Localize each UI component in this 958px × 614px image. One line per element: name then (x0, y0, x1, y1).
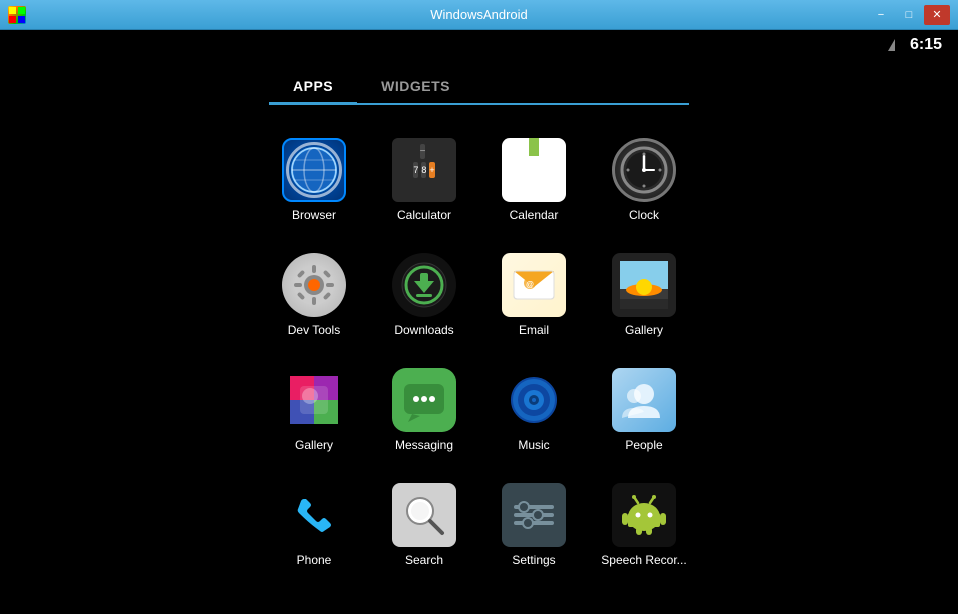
email-label: Email (519, 323, 549, 337)
phone-icon (282, 483, 346, 547)
tab-widgets[interactable]: WIDGETS (357, 70, 474, 103)
app-drawer: APPS WIDGETS Browser (0, 60, 958, 614)
restore-button[interactable]: □ (896, 5, 922, 25)
tab-apps[interactable]: APPS (269, 70, 357, 105)
app-gallery1[interactable]: Gallery (594, 240, 694, 350)
titlebar-controls: − □ ✕ (868, 5, 950, 25)
app-calendar[interactable]: Calendar (484, 125, 584, 235)
email-icon: @ (502, 253, 566, 317)
devtools-icon (282, 253, 346, 317)
android-screen: 6:15 APPS WIDGETS (0, 30, 958, 614)
close-button[interactable]: ✕ (924, 5, 950, 25)
app-people[interactable]: People (594, 355, 694, 465)
app-music[interactable]: Music (484, 355, 584, 465)
minimize-button[interactable]: − (868, 5, 894, 25)
app-messaging[interactable]: Messaging (374, 355, 474, 465)
titlebar-left (8, 6, 26, 24)
signal-icon (888, 38, 902, 52)
search-label: Search (405, 553, 443, 567)
gallery2-icon (282, 368, 346, 432)
time-display: 6:15 (910, 36, 942, 54)
app-downloads[interactable]: Downloads (374, 240, 474, 350)
app-gallery2[interactable]: Gallery (264, 355, 364, 465)
clock-label: Clock (629, 208, 659, 222)
app-phone[interactable]: Phone (264, 470, 364, 580)
app-speech[interactable]: Speech Recor... (594, 470, 694, 580)
app-grid: Browser − 7 8 + (244, 125, 714, 580)
app-browser[interactable]: Browser (264, 125, 364, 235)
settings-icon (502, 483, 566, 547)
gallery1-label: Gallery (625, 323, 663, 337)
app-devtools[interactable]: Dev Tools (264, 240, 364, 350)
people-icon (612, 368, 676, 432)
downloads-icon (392, 253, 456, 317)
phone-label: Phone (297, 553, 332, 567)
app-email[interactable]: @ Email (484, 240, 584, 350)
window-title: WindowsAndroid (430, 7, 528, 22)
app-clock[interactable]: Clock (594, 125, 694, 235)
status-bar: 6:15 (0, 30, 958, 60)
calendar-icon (502, 138, 566, 202)
music-label: Music (518, 438, 549, 452)
app-calculator[interactable]: − 7 8 + Calculator (374, 125, 474, 235)
app-search[interactable]: Search (374, 470, 474, 580)
tabs-container: APPS WIDGETS (269, 70, 689, 105)
speech-icon (612, 483, 676, 547)
svg-text:@: @ (526, 280, 534, 289)
calendar-label: Calendar (510, 208, 559, 222)
gallery1-icon (612, 253, 676, 317)
music-icon (502, 368, 566, 432)
downloads-label: Downloads (394, 323, 453, 337)
people-label: People (625, 438, 662, 452)
clock-icon (612, 138, 676, 202)
messaging-label: Messaging (395, 438, 453, 452)
app-icon (8, 6, 26, 24)
speech-label: Speech Recor... (601, 553, 686, 567)
devtools-label: Dev Tools (288, 323, 340, 337)
browser-label: Browser (292, 208, 336, 222)
calculator-icon: − 7 8 + (392, 138, 456, 202)
messaging-icon (392, 368, 456, 432)
titlebar: WindowsAndroid − □ ✕ (0, 0, 958, 30)
calculator-label: Calculator (397, 208, 451, 222)
search-icon (392, 483, 456, 547)
app-settings[interactable]: Settings (484, 470, 584, 580)
gallery2-label: Gallery (295, 438, 333, 452)
settings-label: Settings (512, 553, 555, 567)
browser-icon (282, 138, 346, 202)
